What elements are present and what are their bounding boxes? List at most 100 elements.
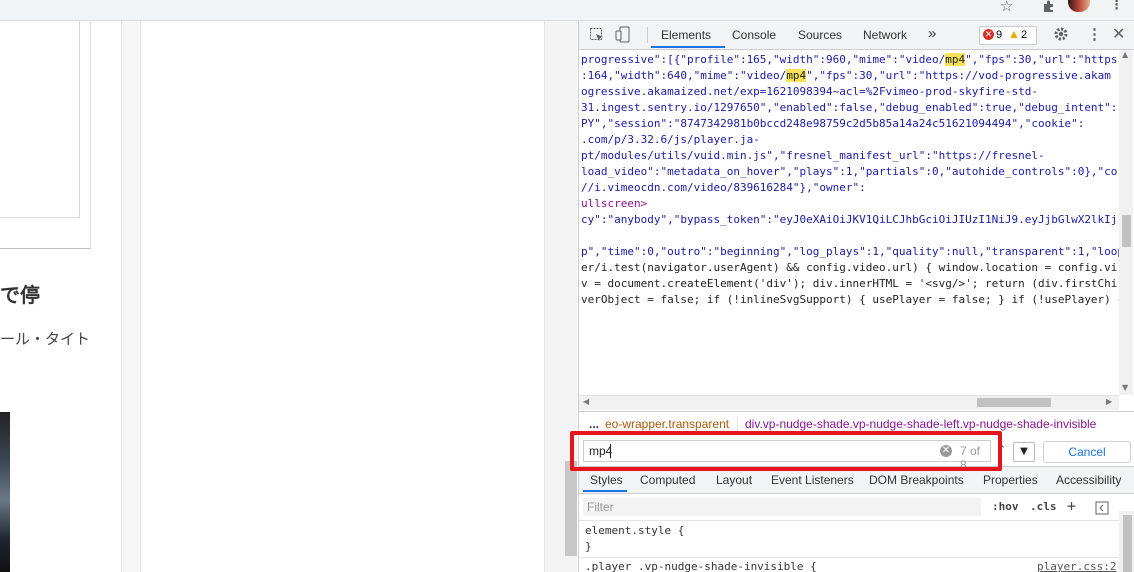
code-token: load_video":"metadata_on_hover","plays":… (581, 165, 1118, 178)
source-line: er/i.test(navigator.userAgent) && config… (581, 260, 1117, 276)
page-column-gutter (121, 21, 141, 572)
page-scroll-thumb[interactable] (565, 461, 577, 556)
scroll-up-arrow-icon[interactable]: ▲ (1122, 50, 1128, 59)
kebab-menu-icon[interactable]: ⋮ (1110, 0, 1123, 14)
code-token: :164,"width":640,"mime":"video/ (581, 69, 787, 82)
class-toggle[interactable]: .cls (1030, 500, 1057, 513)
tab-layout[interactable]: Layout (716, 473, 752, 487)
tab-sources[interactable]: Sources (798, 28, 842, 42)
tab-computed[interactable]: Computed (640, 473, 695, 487)
source-line: PY","session":"8747342981b0bccd248e98759… (581, 116, 1084, 132)
styles-filter-input[interactable]: Filter (583, 498, 981, 516)
star-icon[interactable]: ☆ (1000, 0, 1013, 14)
code-token: pt/modules/utils/vuid.min.js","fresnel_m… (581, 149, 1045, 162)
tab-elements[interactable]: Elements (661, 28, 711, 42)
source-horizontal-scroll-thumb[interactable] (977, 398, 1051, 407)
settings-gear-icon[interactable] (1053, 26, 1069, 46)
tab-properties[interactable]: Properties (983, 473, 1038, 487)
toggle-sidebar-icon[interactable] (1095, 500, 1109, 519)
inspect-element-icon[interactable] (589, 27, 605, 47)
rule-divider (579, 557, 1119, 558)
source-line: ullscreen> (581, 196, 647, 212)
source-line: load_video":"metadata_on_hover","plays":… (581, 164, 1117, 180)
css-rule-selector[interactable]: .player .vp-nudge-shade-invisible { (585, 559, 817, 572)
search-hit-highlight: mp4 (945, 53, 966, 66)
new-style-rule-icon[interactable]: + (1067, 497, 1076, 515)
source-line: pt/modules/utils/vuid.min.js","fresnel_m… (581, 148, 1045, 164)
source-line: .com/p/3.32.6/js/player.ja- (581, 132, 760, 148)
scroll-down-arrow-icon[interactable]: ▼ (1122, 383, 1128, 392)
tab-event-listeners[interactable]: Event Listeners (771, 473, 854, 487)
chevron-down-icon: ▼ (1020, 446, 1028, 457)
active-tab-indicator (651, 46, 725, 48)
css-rule-source-link[interactable]: player.css:2 (1037, 559, 1116, 572)
hover-state-toggle[interactable]: :hov (992, 500, 1019, 513)
source-line: //i.vimeocdn.com/video/839616284"},"owne… (581, 180, 866, 196)
next-match-button[interactable]: ▼ (1013, 442, 1035, 462)
source-vertical-scroll-thumb[interactable] (1122, 215, 1131, 247)
code-token: ullscreen> (581, 197, 648, 210)
code-token: ","fps":30,"url":"https (965, 53, 1118, 66)
extension-icon[interactable] (1042, 0, 1056, 14)
content-card (0, 21, 80, 218)
error-count: 9 (996, 29, 1003, 41)
tab-styles[interactable]: Styles (590, 473, 623, 487)
web-page: で停 ール・タイト (0, 21, 577, 572)
code-token: progressive":[{"profile":165,"width":960… (581, 53, 946, 66)
code-token: 31.ingest.sentry.io/1297650","enabled":f… (581, 101, 1118, 114)
breadcrumb-separator (737, 416, 738, 432)
tab-separator (647, 27, 648, 43)
source-line: verObject = false; if (!inlineSvgSupport… (581, 292, 1119, 308)
highlight-annotation-box (570, 431, 1002, 471)
code-token: .com/p/3.32.6/js/player.ja- (581, 133, 760, 146)
search-hit-highlight: mp4 (786, 69, 807, 82)
scroll-left-arrow-icon[interactable]: ◀ (583, 397, 589, 406)
source-line: p","time":0,"outro":"beginning","log_pla… (581, 244, 1119, 260)
styles-rules: element.style { } .player .vp-nudge-shad… (579, 521, 1119, 572)
source-line: ogressive.akamaized.net/exp=1621098394~a… (581, 84, 1038, 100)
tab-network[interactable]: Network (863, 28, 907, 42)
code-token: p","time":0,"outro":"beginning","log_pla… (581, 245, 1119, 258)
scroll-right-arrow-icon[interactable]: ▶ (1106, 397, 1112, 406)
error-icon: ✕ (983, 29, 994, 40)
styles-scroll-thumb[interactable] (1123, 515, 1132, 572)
element-style-rule[interactable]: element.style { (585, 523, 684, 539)
code-token: ogressive.akamaized.net/exp=1621098394~a… (581, 85, 1038, 98)
browser-toolbar: ☆ ⋮ (0, 0, 1134, 21)
styles-panel-tabbar: Styles Computed Layout Event Listeners D… (579, 467, 1134, 494)
element-style-close: } (585, 540, 592, 553)
article-heading[interactable]: で停 (0, 279, 40, 308)
code-token: ","fps":30,"url":"https://vod-progressiv… (806, 69, 1111, 82)
profile-avatar[interactable] (1068, 0, 1090, 12)
code-token: cy":"anybody","bypass_token":"eyJ0eXAiOi… (581, 213, 1118, 226)
source-line: 31.ingest.sentry.io/1297650","enabled":f… (581, 100, 1117, 116)
tab-dom-breakpoints[interactable]: DOM Breakpoints (869, 473, 964, 487)
code-token: //i.vimeocdn.com/video/839616284"},"owne… (581, 181, 866, 194)
devtools-kebab-icon[interactable]: ⋮ (1087, 25, 1102, 43)
source-code-view[interactable]: progressive":[{"profile":165,"width":960… (579, 50, 1119, 395)
active-panel-tab-indicator (583, 490, 627, 492)
code-token: v = document.createElement('div'); div.i… (581, 277, 1118, 290)
tab-console[interactable]: Console (732, 28, 776, 42)
tab-accessibility[interactable]: Accessibility (1056, 473, 1121, 487)
warning-count: 2 (1021, 29, 1028, 41)
source-line: cy":"anybody","bypass_token":"eyJ0eXAiOi… (581, 212, 1117, 228)
code-token: PY","session":"8747342981b0bccd248e98759… (581, 117, 1085, 130)
code-token: verObject = false; if (!inlineSvgSupport… (581, 293, 1119, 306)
source-line: v = document.createElement('div'); div.i… (581, 276, 1117, 292)
article-subtext: ール・タイト (0, 330, 91, 348)
devtools-panel: Elements Console Sources Network » ✕ 9 ▲… (578, 21, 1134, 572)
styles-filter-bar: Filter :hov .cls + (579, 494, 1134, 521)
device-toolbar-icon[interactable] (615, 26, 631, 47)
article-thumbnail[interactable] (0, 412, 10, 572)
more-tabs-icon[interactable]: » (928, 25, 936, 42)
source-line: progressive":[{"profile":165,"width":960… (581, 52, 1117, 68)
source-line: :164,"width":640,"mime":"video/mp4","fps… (581, 68, 1111, 84)
issues-badge[interactable]: ✕ 9 ▲ 2 (979, 26, 1037, 45)
close-devtools-icon[interactable]: ✕ (1112, 24, 1125, 44)
cancel-search-button[interactable]: Cancel (1043, 441, 1131, 463)
warning-icon: ▲ (1008, 27, 1020, 41)
code-token: er/i.test(navigator.userAgent) && config… (581, 261, 1118, 274)
horizontal-rule (0, 248, 90, 249)
devtools-tabbar: Elements Console Sources Network » ✕ 9 ▲… (579, 21, 1134, 50)
